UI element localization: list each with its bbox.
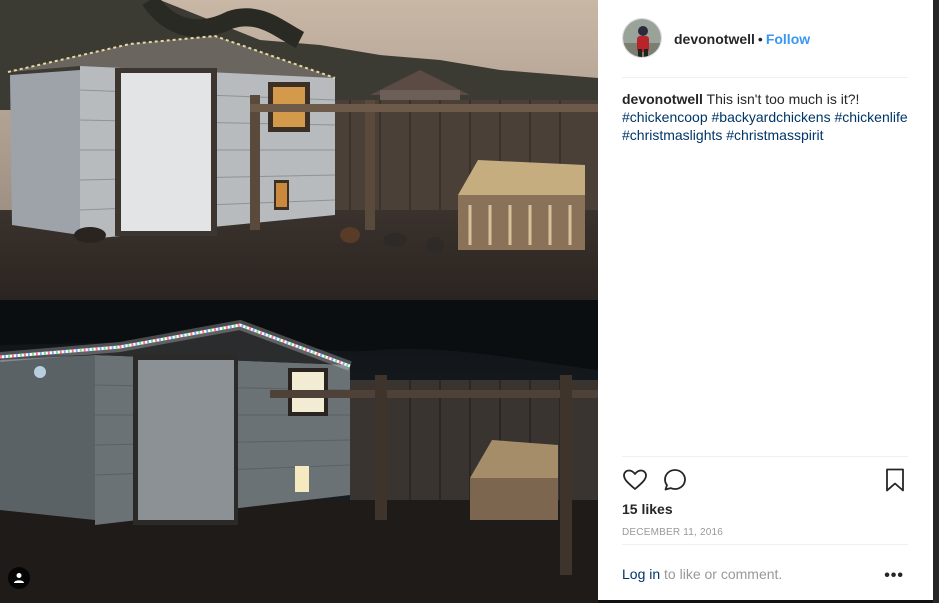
comment-prompt-text: to like or comment.	[660, 566, 783, 582]
action-buttons-row	[622, 467, 908, 493]
post-side-panel: devonotwell • Follow devonotwell This isn'…	[598, 0, 933, 600]
follow-button[interactable]: Follow	[766, 31, 810, 47]
hashtag-link[interactable]: #christmaslights	[622, 127, 722, 143]
chicken-coop-photo	[0, 0, 598, 603]
hashtag-link[interactable]: #backyardchickens	[712, 109, 831, 125]
username-link[interactable]: devonotwell	[674, 31, 755, 47]
comment-footer: Log in to like or comment. •••	[622, 544, 908, 600]
hashtag-link[interactable]: #christmasspirit	[726, 127, 823, 143]
login-link[interactable]: Log in	[622, 566, 660, 582]
post-photo[interactable]	[0, 0, 598, 603]
likes-count[interactable]: 15 likes	[622, 501, 673, 517]
comment-prompt: Log in to like or comment.	[622, 566, 782, 582]
separator-dot: •	[757, 31, 763, 47]
post-actions: 15 likes December 11, 2016	[622, 456, 908, 544]
caption-username[interactable]: devonotwell	[622, 91, 703, 107]
caption-text: This isn't too much is it?!	[706, 91, 860, 107]
page-edge	[933, 0, 939, 603]
comment-bubble-icon[interactable]	[662, 467, 688, 493]
post-caption: devonotwell This isn't too much is it?! …	[622, 90, 912, 144]
hashtag-link[interactable]: #chickencoop	[622, 109, 708, 125]
bookmark-icon[interactable]	[882, 467, 908, 493]
heart-icon[interactable]	[622, 467, 648, 493]
more-options-button[interactable]: •••	[884, 567, 904, 585]
post-header: devonotwell • Follow	[622, 18, 908, 78]
avatar[interactable]	[622, 18, 662, 58]
hashtag-link[interactable]: #chickenlife	[834, 109, 907, 125]
header-text: devonotwell • Follow	[674, 31, 810, 47]
user-tag-icon[interactable]	[8, 567, 30, 589]
post-date: December 11, 2016	[622, 527, 724, 538]
